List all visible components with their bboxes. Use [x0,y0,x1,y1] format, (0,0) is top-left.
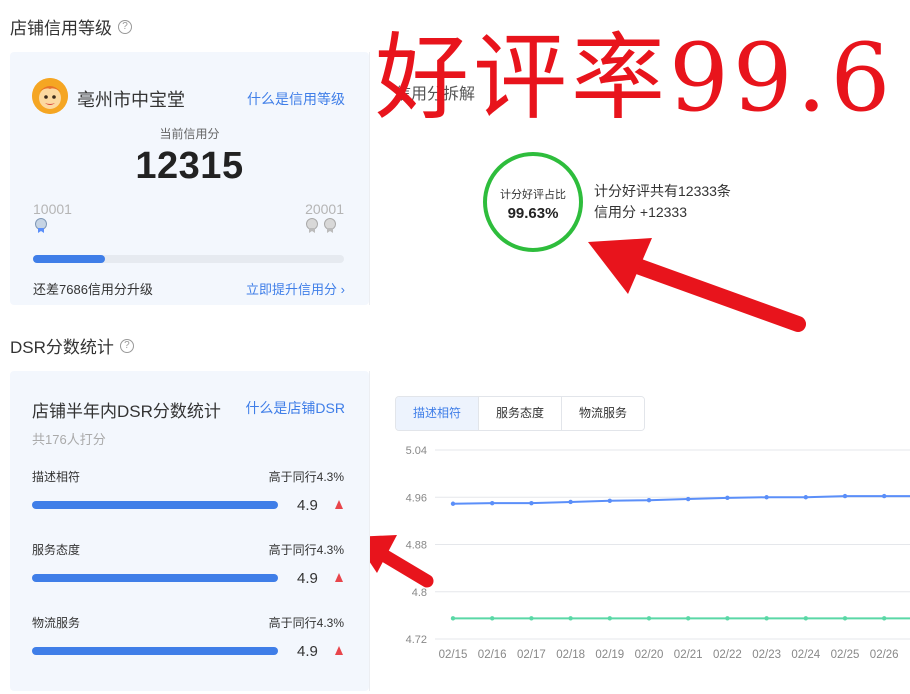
metric-bar [32,501,278,509]
metric-score: 4.9 [297,570,318,587]
metric-compare: 高于同行4.3% [268,470,344,484]
medal-icon [306,218,318,233]
data-point [568,616,573,621]
metric-bar [32,574,278,582]
data-point [882,616,887,621]
x-tick-label: 02/18 [556,649,585,661]
data-point [490,500,495,506]
y-tick-label: 4.96 [406,492,427,504]
data-point [725,616,730,621]
help-icon[interactable]: ? [119,338,134,353]
medal-icon [35,218,47,233]
x-tick-label: 02/20 [635,649,664,661]
x-tick-label: 02/22 [713,649,742,661]
current-credit-label: 当前信用分 [159,127,220,141]
metric-bar [32,647,278,655]
improve-credit-link-label: 立即提升信用分 [246,282,338,297]
tab-service[interactable]: 服务态度 [478,397,562,430]
shop-name: 亳州市中宝堂 [77,90,185,110]
level-max-score: 20001 [305,201,344,217]
data-point [607,498,612,503]
y-tick-label: 4.72 [406,634,427,646]
credit-progress-fill [33,255,105,263]
current-credit-score: 12315 [135,145,244,187]
rating-count: 共176人打分 [32,432,106,447]
metric-label: 服务态度 [32,543,81,557]
data-point [646,498,652,503]
data-point [529,616,534,621]
upgrade-gap-text: 还差7686信用分升级 [33,282,153,297]
credit-section-title: 店铺信用等级 ? [10,14,132,39]
metric-score: 4.9 [297,643,318,660]
data-point [882,493,887,499]
what-is-dsr-link[interactable]: 什么是店铺DSR [245,398,345,418]
chevron-right-icon: › [340,282,345,297]
up-arrow-icon [335,573,343,582]
data-point [764,495,769,500]
y-tick-label: 5.04 [406,445,427,457]
credit-progress-bar [33,255,344,263]
metric-compare: 高于同行4.3% [268,616,344,630]
dsr-card: 店铺半年内DSR分数统计 什么是店铺DSR 共176人打分 描述相符 高于同行4… [10,371,369,691]
data-point [646,616,652,621]
y-tick-label: 4.8 [412,587,427,599]
credit-gain: 信用分 +12333 [594,204,687,220]
tab-logistics[interactable]: 物流服务 [561,397,645,430]
dsr-card-title: 店铺半年内DSR分数统计 [32,402,221,421]
credit-card: 亳州市中宝堂 什么是信用等级 当前信用分 12315 10001 20001 还… [10,52,369,305]
data-point [490,616,495,621]
x-tick-label: 02/17 [517,649,546,661]
data-point [803,616,808,621]
medal-icon [324,218,336,233]
overlay-annotation-text: 好评率99.6 [375,24,895,133]
improve-credit-link[interactable]: 立即提升信用分 › [246,279,345,298]
up-arrow-icon [335,500,343,509]
good-review-count: 计分好评共有12333条 [594,183,731,199]
data-point [842,493,848,499]
data-point [568,499,573,505]
y-tick-label: 4.88 [406,540,427,552]
dsr-section-title: DSR分数统计 ? [10,333,134,358]
data-point [450,501,456,506]
data-point [803,495,808,500]
data-point [842,616,848,621]
data-point [686,496,691,502]
dsr-line-chart: 5.04 4.96 4.88 4.8 4.72 02/15 02/16 02/17 02/18 0… [406,445,910,661]
x-tick-label: 02/21 [674,649,703,661]
x-tick-label: 02/15 [439,649,468,661]
what-is-credit-link[interactable]: 什么是信用等级 [247,89,345,109]
data-point [725,495,730,501]
help-icon[interactable]: ? [118,19,132,34]
shop-avatar [32,78,68,114]
ring-label: 计分好评占比 [500,189,566,201]
metric-label: 物流服务 [32,616,81,630]
divider [369,52,370,305]
x-tick-label: 02/19 [595,649,624,661]
up-arrow-icon [335,646,343,655]
dsr-tab-group: 描述相符 服务态度 物流服务 [395,396,646,431]
annotation-arrow-icon [588,238,806,332]
tab-description[interactable]: 描述相符 [396,397,479,430]
ring-value: 99.63% [507,205,559,222]
x-tick-label: 02/23 [752,649,781,661]
credit-section-title-text: 店铺信用等级 [10,19,112,38]
x-tick-label: 02/24 [791,649,820,661]
level-min-score: 10001 [33,201,72,217]
data-point [764,616,769,621]
data-point [607,616,612,621]
data-point [450,616,456,621]
metric-score: 4.9 [297,497,318,514]
dsr-section-title-text: DSR分数统计 [10,338,114,357]
x-tick-label: 02/26 [870,649,899,661]
data-point [529,500,534,506]
good-review-ring: 计分好评占比 99.63% [483,152,583,252]
x-tick-label: 02/25 [831,649,860,661]
metric-label: 描述相符 [32,470,81,484]
data-point [686,616,691,621]
x-tick-label: 02/16 [478,649,507,661]
metric-compare: 高于同行4.3% [268,543,344,557]
